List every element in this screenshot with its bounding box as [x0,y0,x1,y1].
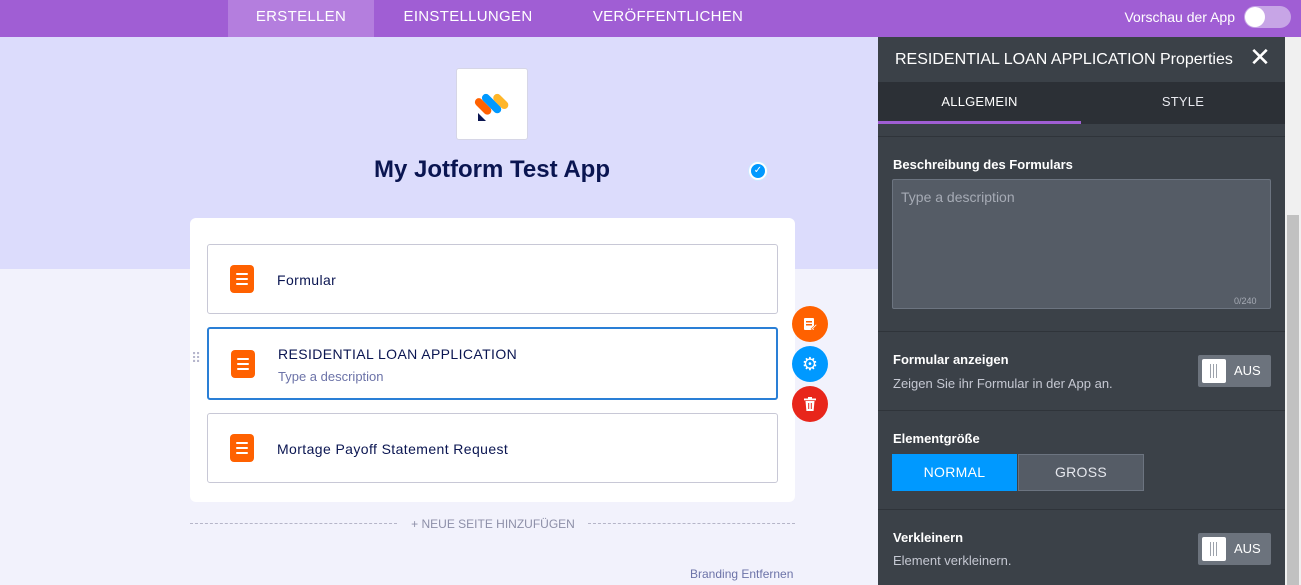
panel-title: RESIDENTIAL LOAN APPLICATION Properties [895,51,1233,68]
shrink-description: Element verkleinern. [893,553,1012,568]
description-placeholder: Type a description [901,189,1015,205]
form-title: RESIDENTIAL LOAN APPLICATION [278,346,518,362]
tab-style[interactable]: STYLE [1081,82,1285,124]
remove-branding-link[interactable]: Branding Entfernen [690,567,793,581]
show-form-label: Formular anzeigen [893,352,1009,367]
divider [190,523,397,524]
divider [588,523,795,524]
jotform-logo-icon [474,93,509,121]
switch-state-label: AUS [1234,541,1261,556]
trash-icon [804,397,816,411]
app-logo[interactable] [456,68,528,140]
tab-erstellen[interactable]: ERSTELLEN [228,0,374,37]
character-counter: 0/240 [1234,296,1257,306]
list-item-form-selected[interactable]: RESIDENTIAL LOAN APPLICATION Type a desc… [207,327,778,400]
drag-handle-icon[interactable]: ⠿ [191,351,201,372]
tab-veroeffentlichen[interactable]: VERÖFFENTLICHEN [562,0,774,37]
switch-knob [1202,537,1226,561]
form-title: Formular [277,272,337,288]
app-title[interactable]: My Jotform Test App [340,156,644,184]
app-preview-label: Vorschau der App [1124,9,1235,25]
delete-form-button[interactable] [792,386,828,422]
edit-form-icon [804,318,818,331]
toggle-knob [1245,7,1265,27]
element-size-label: Elementgröße [893,431,980,446]
size-gross-button[interactable]: GROSS [1018,454,1144,491]
switch-state-label: AUS [1234,363,1261,378]
shrink-label: Verkleinern [893,530,964,545]
app-preview-toggle[interactable] [1244,6,1291,28]
list-item-form[interactable]: Formular [207,244,778,314]
form-description: Type a description [278,369,384,384]
add-page-button[interactable]: + NEUE SEITE HINZUFÜGEN [405,517,581,531]
form-icon [231,350,255,378]
form-icon [230,434,254,462]
list-item-form[interactable]: Mortage Payoff Statement Request [207,413,778,483]
form-settings-button[interactable]: ⚙ [792,346,828,382]
tab-allgemein[interactable]: ALLGEMEIN [878,82,1081,124]
panel-tabs: ALLGEMEIN STYLE [878,82,1285,124]
check-circle-icon: ✓ [749,162,767,180]
divider [878,410,1285,411]
size-normal-button[interactable]: NORMAL [892,454,1017,491]
divider [878,136,1285,137]
panel-scrollbar-thumb[interactable] [1287,215,1299,585]
tab-einstellungen[interactable]: EINSTELLUNGEN [374,0,562,37]
show-form-switch[interactable]: AUS [1198,355,1271,387]
description-label: Beschreibung des Formulars [893,157,1073,172]
show-form-description: Zeigen Sie ihr Formular in der App an. [893,376,1113,391]
gear-icon: ⚙ [801,354,819,374]
edit-form-button[interactable] [792,306,828,342]
switch-knob [1202,359,1226,383]
divider [878,331,1285,332]
divider [878,509,1285,510]
close-icon[interactable]: ✕ [1248,44,1272,70]
form-icon [230,265,254,293]
shrink-switch[interactable]: AUS [1198,533,1271,565]
form-title: Mortage Payoff Statement Request [277,441,509,457]
